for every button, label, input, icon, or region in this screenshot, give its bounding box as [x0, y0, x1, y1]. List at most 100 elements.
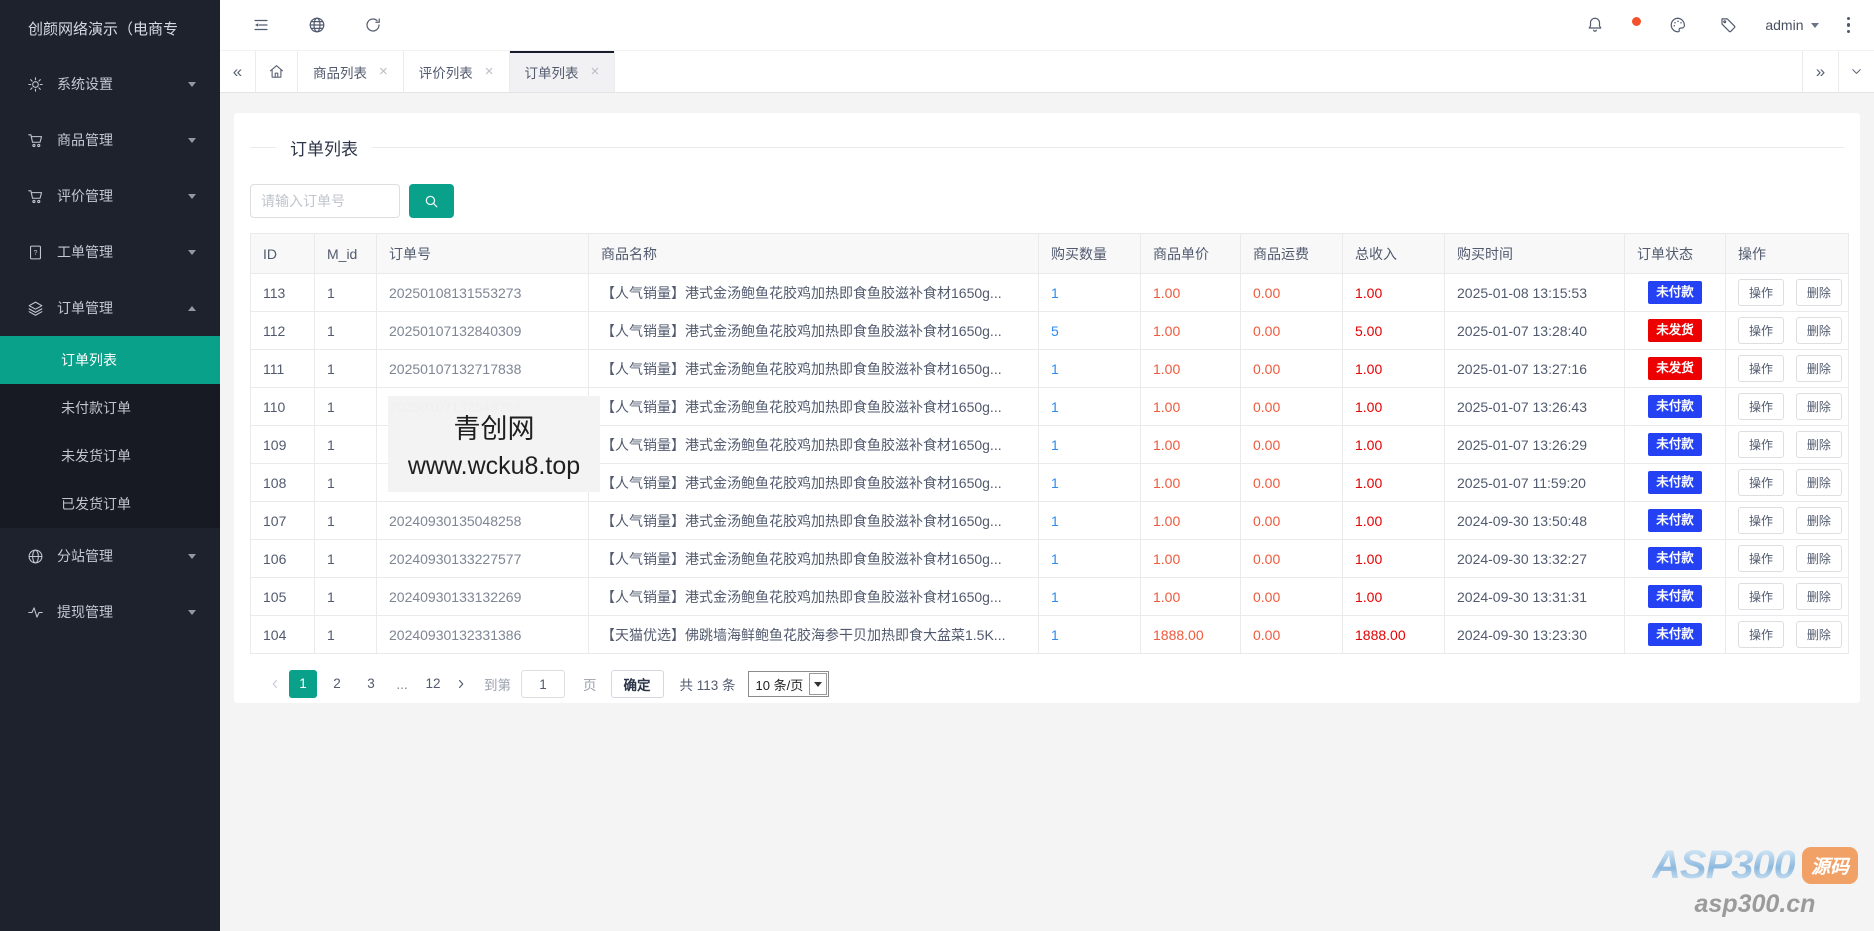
row-delete-button[interactable]: 删除 — [1796, 317, 1842, 344]
select-arrow-icon — [809, 673, 827, 695]
row-action-button[interactable]: 操作 — [1738, 317, 1784, 344]
home-tab-button[interactable] — [256, 51, 298, 92]
refresh-icon — [364, 16, 382, 34]
user-menu[interactable]: admin — [1765, 17, 1818, 33]
row-delete-button[interactable]: 删除 — [1796, 393, 1842, 420]
page-number-button[interactable]: 12 — [419, 670, 447, 698]
cell-actions: 操作 删除 — [1726, 540, 1849, 578]
scroll-tabs-left-button[interactable]: « — [220, 51, 256, 92]
row-delete-button[interactable]: 删除 — [1796, 621, 1842, 648]
row-delete-button[interactable]: 删除 — [1796, 431, 1842, 458]
order-search-input[interactable] — [250, 184, 400, 218]
row-delete-button[interactable]: 删除 — [1796, 469, 1842, 496]
row-delete-button[interactable]: 删除 — [1796, 279, 1842, 306]
cell-actions: 操作 删除 — [1726, 464, 1849, 502]
page-size-select[interactable]: 10 条/页 — [748, 671, 830, 697]
cell-actions: 操作 删除 — [1726, 426, 1849, 464]
cell-product-name: 【人气销量】港式金汤鲍鱼花胶鸡加热即食鱼胶滋补食材1650g... — [589, 388, 1039, 426]
row-action-button[interactable]: 操作 — [1738, 279, 1784, 306]
more-menu-button[interactable] — [1843, 13, 1855, 38]
sidebar-subitem-unpaid-orders[interactable]: 未付款订单 — [0, 384, 220, 432]
cell-order-no: 20250108131553273 — [377, 274, 589, 312]
collapse-menu-button[interactable] — [248, 12, 274, 38]
sidebar-item-workorder-management[interactable]: ? 工单管理 — [0, 224, 220, 280]
refresh-button[interactable] — [360, 12, 386, 38]
table-row: 113 1 20250108131553273 【人气销量】港式金汤鲍鱼花胶鸡加… — [251, 274, 1849, 312]
magnifier-icon — [423, 193, 440, 210]
page-number-button[interactable]: 3 — [357, 670, 385, 698]
sidebar-subitem-shipped-orders[interactable]: 已发货订单 — [0, 480, 220, 528]
tabs-menu-button[interactable] — [1838, 51, 1874, 92]
cell-unit-price: 1888.00 — [1141, 616, 1241, 654]
row-action-button[interactable]: 操作 — [1738, 355, 1784, 382]
table-row: 104 1 20240930132331386 【天猫优选】佛跳墙海鲜鲍鱼花胶海… — [251, 616, 1849, 654]
row-action-button[interactable]: 操作 — [1738, 621, 1784, 648]
sidebar: 创颜网络演示（电商专 系统设置 商品管理 评价管理 ? 工单管理 订单管理 订单… — [0, 0, 220, 931]
cell-total-income: 5.00 — [1343, 312, 1445, 350]
row-action-button[interactable]: 操作 — [1738, 583, 1784, 610]
sidebar-item-review-management[interactable]: 评价管理 — [0, 168, 220, 224]
cell-m-id: 1 — [315, 426, 377, 464]
cell-unit-price: 1.00 — [1141, 426, 1241, 464]
cell-actions: 操作 删除 — [1726, 274, 1849, 312]
language-button[interactable] — [304, 12, 330, 38]
cell-purchase-time: 2025-01-07 13:28:40 — [1445, 312, 1625, 350]
page-number-button[interactable]: 1 — [289, 670, 317, 698]
order-status-badge: 未付款 — [1648, 509, 1702, 532]
close-icon[interactable]: × — [485, 64, 494, 79]
table-header-row: IDM_id订单号商品名称购买数量商品单价商品运费总收入购买时间订单状态操作 — [251, 234, 1849, 274]
cell-id: 105 — [251, 578, 315, 616]
sidebar-item-system-settings[interactable]: 系统设置 — [0, 56, 220, 112]
row-action-button[interactable]: 操作 — [1738, 507, 1784, 534]
sidebar-item-withdrawal-management[interactable]: 提现管理 — [0, 584, 220, 640]
cell-m-id: 1 — [315, 312, 377, 350]
pulse-icon — [27, 604, 44, 621]
close-icon[interactable]: × — [591, 64, 600, 79]
table-row: 107 1 20240930135048258 【人气销量】港式金汤鲍鱼花胶鸡加… — [251, 502, 1849, 540]
column-header: 总收入 — [1343, 234, 1445, 274]
jump-page-input[interactable] — [521, 670, 565, 698]
cell-id: 111 — [251, 350, 315, 388]
row-delete-button[interactable]: 删除 — [1796, 507, 1842, 534]
total-count-label: 共 113 条 — [680, 674, 736, 694]
close-icon[interactable]: × — [379, 64, 388, 79]
row-delete-button[interactable]: 删除 — [1796, 545, 1842, 572]
page-number-button[interactable]: 2 — [323, 670, 351, 698]
cell-order-status: 未付款 — [1625, 274, 1726, 312]
cell-quantity: 1 — [1039, 350, 1141, 388]
cell-order-status: 未付款 — [1625, 578, 1726, 616]
tab-order-list[interactable]: 订单列表 × — [510, 51, 616, 92]
row-delete-button[interactable]: 删除 — [1796, 355, 1842, 382]
notification-button[interactable] — [1582, 12, 1608, 38]
cell-purchase-time: 2025-01-07 13:26:29 — [1445, 426, 1625, 464]
cell-actions: 操作 删除 — [1726, 350, 1849, 388]
sidebar-item-order-management[interactable]: 订单管理 — [0, 280, 220, 336]
cell-total-income: 1.00 — [1343, 426, 1445, 464]
row-action-button[interactable]: 操作 — [1738, 545, 1784, 572]
theme-button[interactable] — [1665, 12, 1691, 38]
cell-order-status: 未付款 — [1625, 426, 1726, 464]
next-page-button[interactable] — [450, 670, 472, 698]
sidebar-item-product-management[interactable]: 商品管理 — [0, 112, 220, 168]
prev-page-button[interactable] — [264, 670, 286, 698]
search-button[interactable] — [409, 184, 454, 218]
tab-review-list[interactable]: 评价列表 × — [404, 51, 510, 92]
row-action-button[interactable]: 操作 — [1738, 393, 1784, 420]
row-delete-button[interactable]: 删除 — [1796, 583, 1842, 610]
tag-button[interactable] — [1715, 12, 1741, 38]
cell-m-id: 1 — [315, 388, 377, 426]
svg-text:?: ? — [34, 248, 38, 256]
sidebar-subitem-order-list[interactable]: 订单列表 — [0, 336, 220, 384]
row-action-button[interactable]: 操作 — [1738, 431, 1784, 458]
scroll-tabs-right-button[interactable]: » — [1802, 51, 1838, 92]
palette-icon — [1669, 16, 1687, 34]
cell-id: 108 — [251, 464, 315, 502]
sidebar-subitem-unshipped-orders[interactable]: 未发货订单 — [0, 432, 220, 480]
confirm-jump-button[interactable]: 确定 — [611, 670, 664, 698]
cell-order-status: 未付款 — [1625, 388, 1726, 426]
center-watermark: 青创网 www.wcku8.top — [388, 396, 600, 492]
cell-order-status: 未付款 — [1625, 616, 1726, 654]
row-action-button[interactable]: 操作 — [1738, 469, 1784, 496]
sidebar-item-substation-management[interactable]: 分站管理 — [0, 528, 220, 584]
tab-product-list[interactable]: 商品列表 × — [298, 51, 404, 92]
